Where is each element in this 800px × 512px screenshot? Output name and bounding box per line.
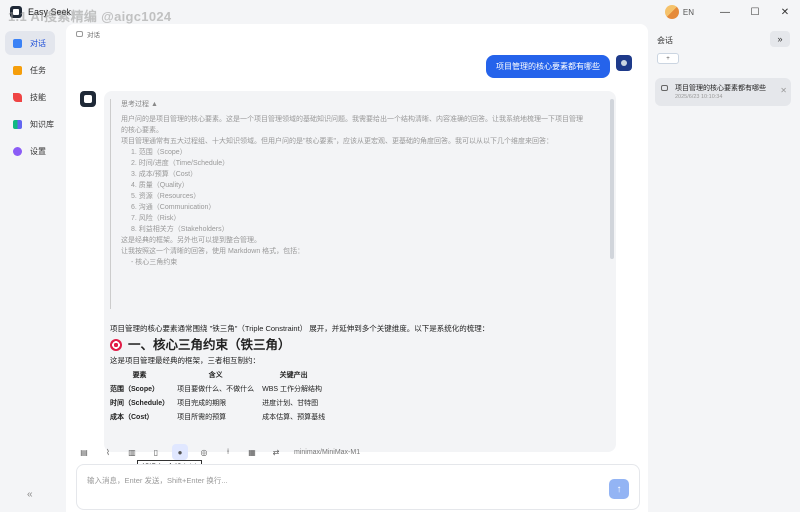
thinking-paragraph: 让我按照这一个清晰的回答，使用 Markdown 格式，包括： bbox=[121, 248, 305, 255]
triple-constraint-table: 要素 含义 关键产出 范围（Scope） 项目要做什么、不做什么 WBS 工作分… bbox=[110, 369, 333, 425]
web-search-icon[interactable]: ● bbox=[172, 444, 188, 460]
sidebar-item-skills[interactable]: 技能 bbox=[5, 85, 55, 109]
sidebar-item-label: 对话 bbox=[30, 38, 46, 48]
sidebar-item-label: 技能 bbox=[30, 92, 46, 102]
thinking-list: 1. 范围（Scope） 2. 时间/进度（Time/Schedule） 3. … bbox=[121, 147, 586, 235]
sidebar-item-tasks[interactable]: 任务 bbox=[5, 58, 55, 82]
table-row: 时间（Schedule） 项目完成的期限 进度计划、甘特图 bbox=[110, 397, 333, 411]
answer-subtext: 这是项目管理最经典的框架，三者相互制约： bbox=[110, 356, 260, 365]
list-item: 8. 利益相关方（Stakeholders） bbox=[131, 226, 229, 233]
breadcrumb: 对话 bbox=[76, 29, 100, 39]
list-item: 3. 成本/预算（Cost） bbox=[131, 171, 198, 178]
table-cell: 成本估算、预算基线 bbox=[262, 414, 326, 421]
sidebar-item-chat[interactable]: 对话 bbox=[5, 31, 55, 55]
table-cell: 时间（Schedule） bbox=[110, 400, 170, 407]
close-button[interactable]: ✕ bbox=[770, 0, 800, 24]
list-item: 6. 沟通（Communication） bbox=[131, 204, 216, 211]
table-row: 成本（Cost） 项目所需的预算 成本估算、预算基线 bbox=[110, 411, 333, 425]
assistant-message: 思考过程 ▲ 用户问的是项目管理的核心要素。这是一个项目管理领域的基础知识问题。… bbox=[104, 91, 616, 452]
assistant-avatar bbox=[80, 91, 96, 107]
gear-icon bbox=[13, 146, 22, 156]
books-icon bbox=[13, 119, 22, 129]
conversation-title: 项目管理的核心要素都有哪些 bbox=[675, 85, 766, 92]
send-button[interactable]: ↑ bbox=[609, 479, 629, 499]
chat-bubble-icon bbox=[76, 31, 83, 37]
table-cell: 项目完成的期限 bbox=[177, 400, 227, 407]
clear-icon[interactable]: ▦ bbox=[244, 444, 260, 460]
chat-main: 对话 项目管理的核心要素都有哪些 思考过程 ▲ 用户问的是项目管理的核心要素。这… bbox=[66, 24, 648, 512]
table-header: 关键产出 bbox=[279, 372, 308, 379]
message-input-box: ↑ bbox=[76, 464, 640, 510]
lightning-icon bbox=[13, 92, 22, 102]
tasks-icon bbox=[13, 65, 22, 75]
sidebar-item-label: 设置 bbox=[30, 146, 46, 156]
conversation-panel: 会话 » + 项目管理的核心要素都有哪些 2025/6/23 10:10:34 … bbox=[648, 24, 800, 512]
sidebar-item-settings[interactable]: 设置 bbox=[5, 139, 55, 163]
app-logo-icon bbox=[10, 6, 22, 18]
table-cell: 成本（Cost） bbox=[110, 414, 154, 421]
globe-icon[interactable]: ◎ bbox=[196, 444, 212, 460]
thinking-paragraph: 用户问的是项目管理的核心要素。这是一个项目管理领域的基础知识问题。我需要给出一个… bbox=[121, 116, 583, 134]
input-toolbar: ▤ ⌇ ▥ ▯ ● ◎ ⍿ ▦ ⇄ minimax/MiniMax-M1 bbox=[76, 444, 360, 460]
window-controls: EN — ☐ ✕ bbox=[664, 0, 800, 24]
table-header: 要素 bbox=[132, 372, 147, 379]
conversation-time: 2025/6/23 10:10:34 bbox=[675, 94, 723, 100]
table-cell: 项目要做什么、不做什么 bbox=[177, 386, 255, 393]
table-cell: WBS 工作分解结构 bbox=[262, 386, 323, 393]
minimize-button[interactable]: — bbox=[710, 0, 740, 24]
thinking-panel: 思考过程 ▲ 用户问的是项目管理的核心要素。这是一个项目管理领域的基础知识问题。… bbox=[110, 99, 586, 309]
answer-intro: 项目管理的核心要素通常围绕 "铁三角"（Triple Constraint） 展… bbox=[110, 324, 490, 333]
table-cell: 进度计划、甘特图 bbox=[262, 400, 319, 407]
language-switch[interactable]: EN bbox=[683, 8, 694, 17]
thinking-paragraph: 项目管理通常有五大过程组、十大知识领域。但用户问的是"核心要素"，应该从更宏观、… bbox=[121, 138, 553, 145]
sidebar: 对话 任务 技能 知识库 设置 « bbox=[0, 24, 64, 512]
collapse-panel-button[interactable]: » bbox=[770, 31, 790, 47]
conversation-item[interactable]: 项目管理的核心要素都有哪些 2025/6/23 10:10:34 ✕ bbox=[655, 78, 791, 106]
chat-icon bbox=[13, 38, 22, 48]
table-cell: 项目所需的预算 bbox=[177, 414, 227, 421]
target-icon bbox=[110, 339, 122, 351]
app-title: Easy Seek bbox=[28, 7, 72, 17]
maximize-button[interactable]: ☐ bbox=[740, 0, 770, 24]
chat-bubble-icon bbox=[661, 85, 668, 91]
thinking-scrollbar[interactable] bbox=[610, 99, 614, 259]
list-item: 7. 风险（Risk） bbox=[131, 215, 181, 222]
list-item: 1. 范围（Scope） bbox=[131, 149, 187, 156]
answer-heading: 一、核心三角约束（铁三角） bbox=[110, 339, 610, 351]
list-item: 5. 资源（Resources） bbox=[131, 193, 201, 200]
translate-icon[interactable]: ⇄ bbox=[268, 444, 284, 460]
model-name[interactable]: minimax/MiniMax-M1 bbox=[294, 449, 360, 456]
thinking-toggle[interactable]: 思考过程 ▲ bbox=[121, 99, 586, 110]
user-avatar bbox=[616, 55, 632, 71]
thinking-paragraph: 这是经典的框架。另外也可以提到整合管理。 bbox=[121, 237, 261, 244]
collapse-sidebar-button[interactable]: « bbox=[27, 489, 33, 500]
list-item: 4. 质量（Quality） bbox=[131, 182, 189, 189]
knowledge-base-icon[interactable]: ▥ bbox=[124, 444, 140, 460]
answer-heading-text: 一、核心三角约束（铁三角） bbox=[128, 338, 291, 352]
panel-title: 会话 bbox=[657, 36, 673, 45]
new-conversation-button[interactable]: + bbox=[657, 53, 679, 64]
breadcrumb-label: 对话 bbox=[87, 32, 100, 39]
theme-toggle-icon[interactable] bbox=[664, 5, 679, 19]
title-bar: Easy Seek 1.1 AI搜索精编 @aigc1024 EN — ☐ ✕ bbox=[0, 0, 800, 24]
pin-icon[interactable]: ⍿ bbox=[220, 444, 236, 460]
message-input[interactable] bbox=[87, 475, 587, 489]
answer-content: 项目管理的核心要素通常围绕 "铁三角"（Triple Constraint） 展… bbox=[110, 323, 610, 425]
sidebar-item-knowledge[interactable]: 知识库 bbox=[5, 112, 55, 136]
table-header: 含义 bbox=[208, 372, 223, 379]
file-icon[interactable]: ▯ bbox=[148, 444, 164, 460]
table-header-row: 要素 含义 关键产出 bbox=[110, 369, 333, 383]
user-message: 项目管理的核心要素都有哪些 bbox=[486, 55, 610, 78]
table-cell: 范围（Scope） bbox=[110, 386, 160, 393]
thinking-paragraph: - 核心三角约束 bbox=[131, 259, 178, 266]
table-row: 范围（Scope） 项目要做什么、不做什么 WBS 工作分解结构 bbox=[110, 383, 333, 397]
sidebar-item-label: 任务 bbox=[30, 65, 46, 75]
attachment-icon[interactable]: ⌇ bbox=[100, 444, 116, 460]
list-item: 2. 时间/进度（Time/Schedule） bbox=[131, 160, 230, 167]
sidebar-item-label: 知识库 bbox=[30, 119, 54, 129]
delete-conversation-icon[interactable]: ✕ bbox=[780, 86, 787, 95]
chat-settings-icon[interactable]: ▤ bbox=[76, 444, 92, 460]
